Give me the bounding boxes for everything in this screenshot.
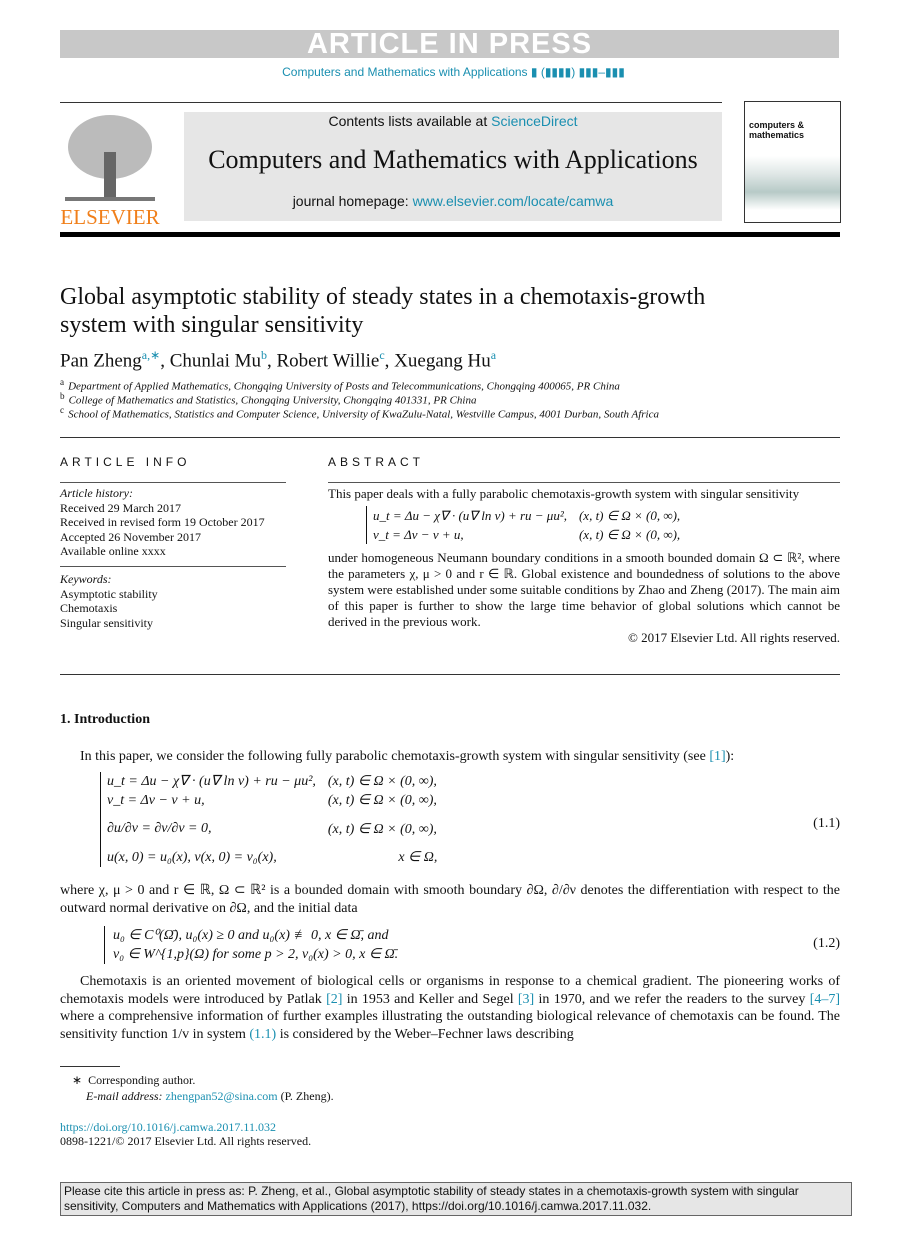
divider [60, 437, 840, 438]
tree-icon [65, 115, 155, 201]
homepage-link[interactable]: www.elsevier.com/locate/camwa [413, 193, 614, 209]
reference-link[interactable]: [4–7] [810, 992, 840, 1007]
article-title: Global asymptotic stability of steady st… [60, 284, 706, 338]
journal-cover[interactable]: computers & mathematics [744, 101, 841, 223]
abstract: This paper deals with a fully parabolic … [328, 486, 840, 645]
doi-link[interactable]: https://doi.org/10.1016/j.camwa.2017.11.… [60, 1120, 276, 1135]
equation-number: (1.1) [813, 816, 840, 831]
elsevier-logo[interactable]: ELSEVIER [60, 112, 160, 228]
sciencedirect-link[interactable]: ScienceDirect [491, 113, 577, 129]
reference-link[interactable]: [3] [518, 992, 534, 1007]
reference-link[interactable]: [1] [709, 749, 725, 764]
publisher-name: ELSEVIER [60, 205, 160, 229]
footnote-divider [60, 1066, 120, 1067]
reference-link[interactable]: [2] [326, 992, 342, 1007]
author: Chunlai Mu [169, 350, 261, 372]
article-in-press-banner: ARTICLE IN PRESS [60, 30, 839, 59]
divider [328, 482, 840, 483]
section-heading: 1. Introduction [60, 712, 150, 727]
author-sup[interactable]: a [491, 348, 496, 362]
author-list: Pan Zhenga,∗, Chunlai Mub, Robert Willie… [60, 348, 497, 372]
journal-line[interactable]: Computers and Mathematics with Applicati… [0, 65, 907, 79]
citation-box: Please cite this article in press as: P.… [60, 1182, 852, 1216]
author: Pan Zheng [60, 350, 142, 372]
author-sup[interactable]: c [379, 348, 384, 362]
paragraph: Chemotaxis is an oriented movement of bi… [60, 974, 841, 1042]
equation-1-2: u₀ ∈ C⁰(Ω̄), u₀(x) ≥ 0 and u₀(x) ≢ 0, x … [104, 926, 840, 964]
article-info-heading: ARTICLE INFO [60, 455, 191, 469]
paragraph: where χ, μ > 0 and r ∈ ℝ, Ω ⊂ ℝ² is a bo… [60, 883, 840, 916]
affiliation: c School of Mathematics, Statistics and C… [60, 405, 659, 421]
divider [60, 674, 840, 675]
footnote-corresponding: ∗ Corresponding author. [72, 1073, 196, 1087]
divider [60, 566, 286, 567]
article-history: Article history: Received 29 March 2017 R… [60, 486, 265, 558]
issn-copyright: 0898-1221/© 2017 Elsevier Ltd. All right… [60, 1134, 312, 1148]
author: Xuegang Hu [394, 350, 491, 372]
journal-header-box: Contents lists available at ScienceDirec… [184, 112, 722, 221]
equation-1-1: u_t = Δu − χ∇ · (u∇ ln v) + ru − μu², (x,… [100, 772, 840, 867]
footnote-email: E-mail address: zhengpan52@sina.com (P. … [86, 1089, 334, 1103]
equation-number: (1.2) [813, 936, 840, 951]
author: Robert Willie [276, 350, 380, 372]
contents-text: Contents lists available at [328, 113, 492, 129]
cover-title: computers & mathematics [749, 120, 805, 140]
divider [60, 482, 286, 483]
thick-divider [60, 232, 840, 237]
email-link[interactable]: zhengpan52@sina.com [166, 1089, 278, 1103]
keywords: Keywords: Asymptotic stability Chemotaxis… [60, 572, 158, 630]
homepage-label: journal homepage: [292, 193, 413, 209]
abstract-heading: ABSTRACT [328, 455, 425, 469]
paragraph: In this paper, we consider the following… [80, 749, 735, 764]
abstract-equation: u_t = Δu − χ∇ · (u∇ ln v) + ru − μu², (x,… [366, 506, 687, 544]
author-sup[interactable]: b [261, 348, 267, 362]
journal-name: Computers and Mathematics with Applicati… [208, 145, 698, 174]
equation-link[interactable]: (1.1) [249, 1027, 276, 1042]
divider [60, 102, 722, 103]
author-sup[interactable]: a,∗ [142, 348, 160, 362]
